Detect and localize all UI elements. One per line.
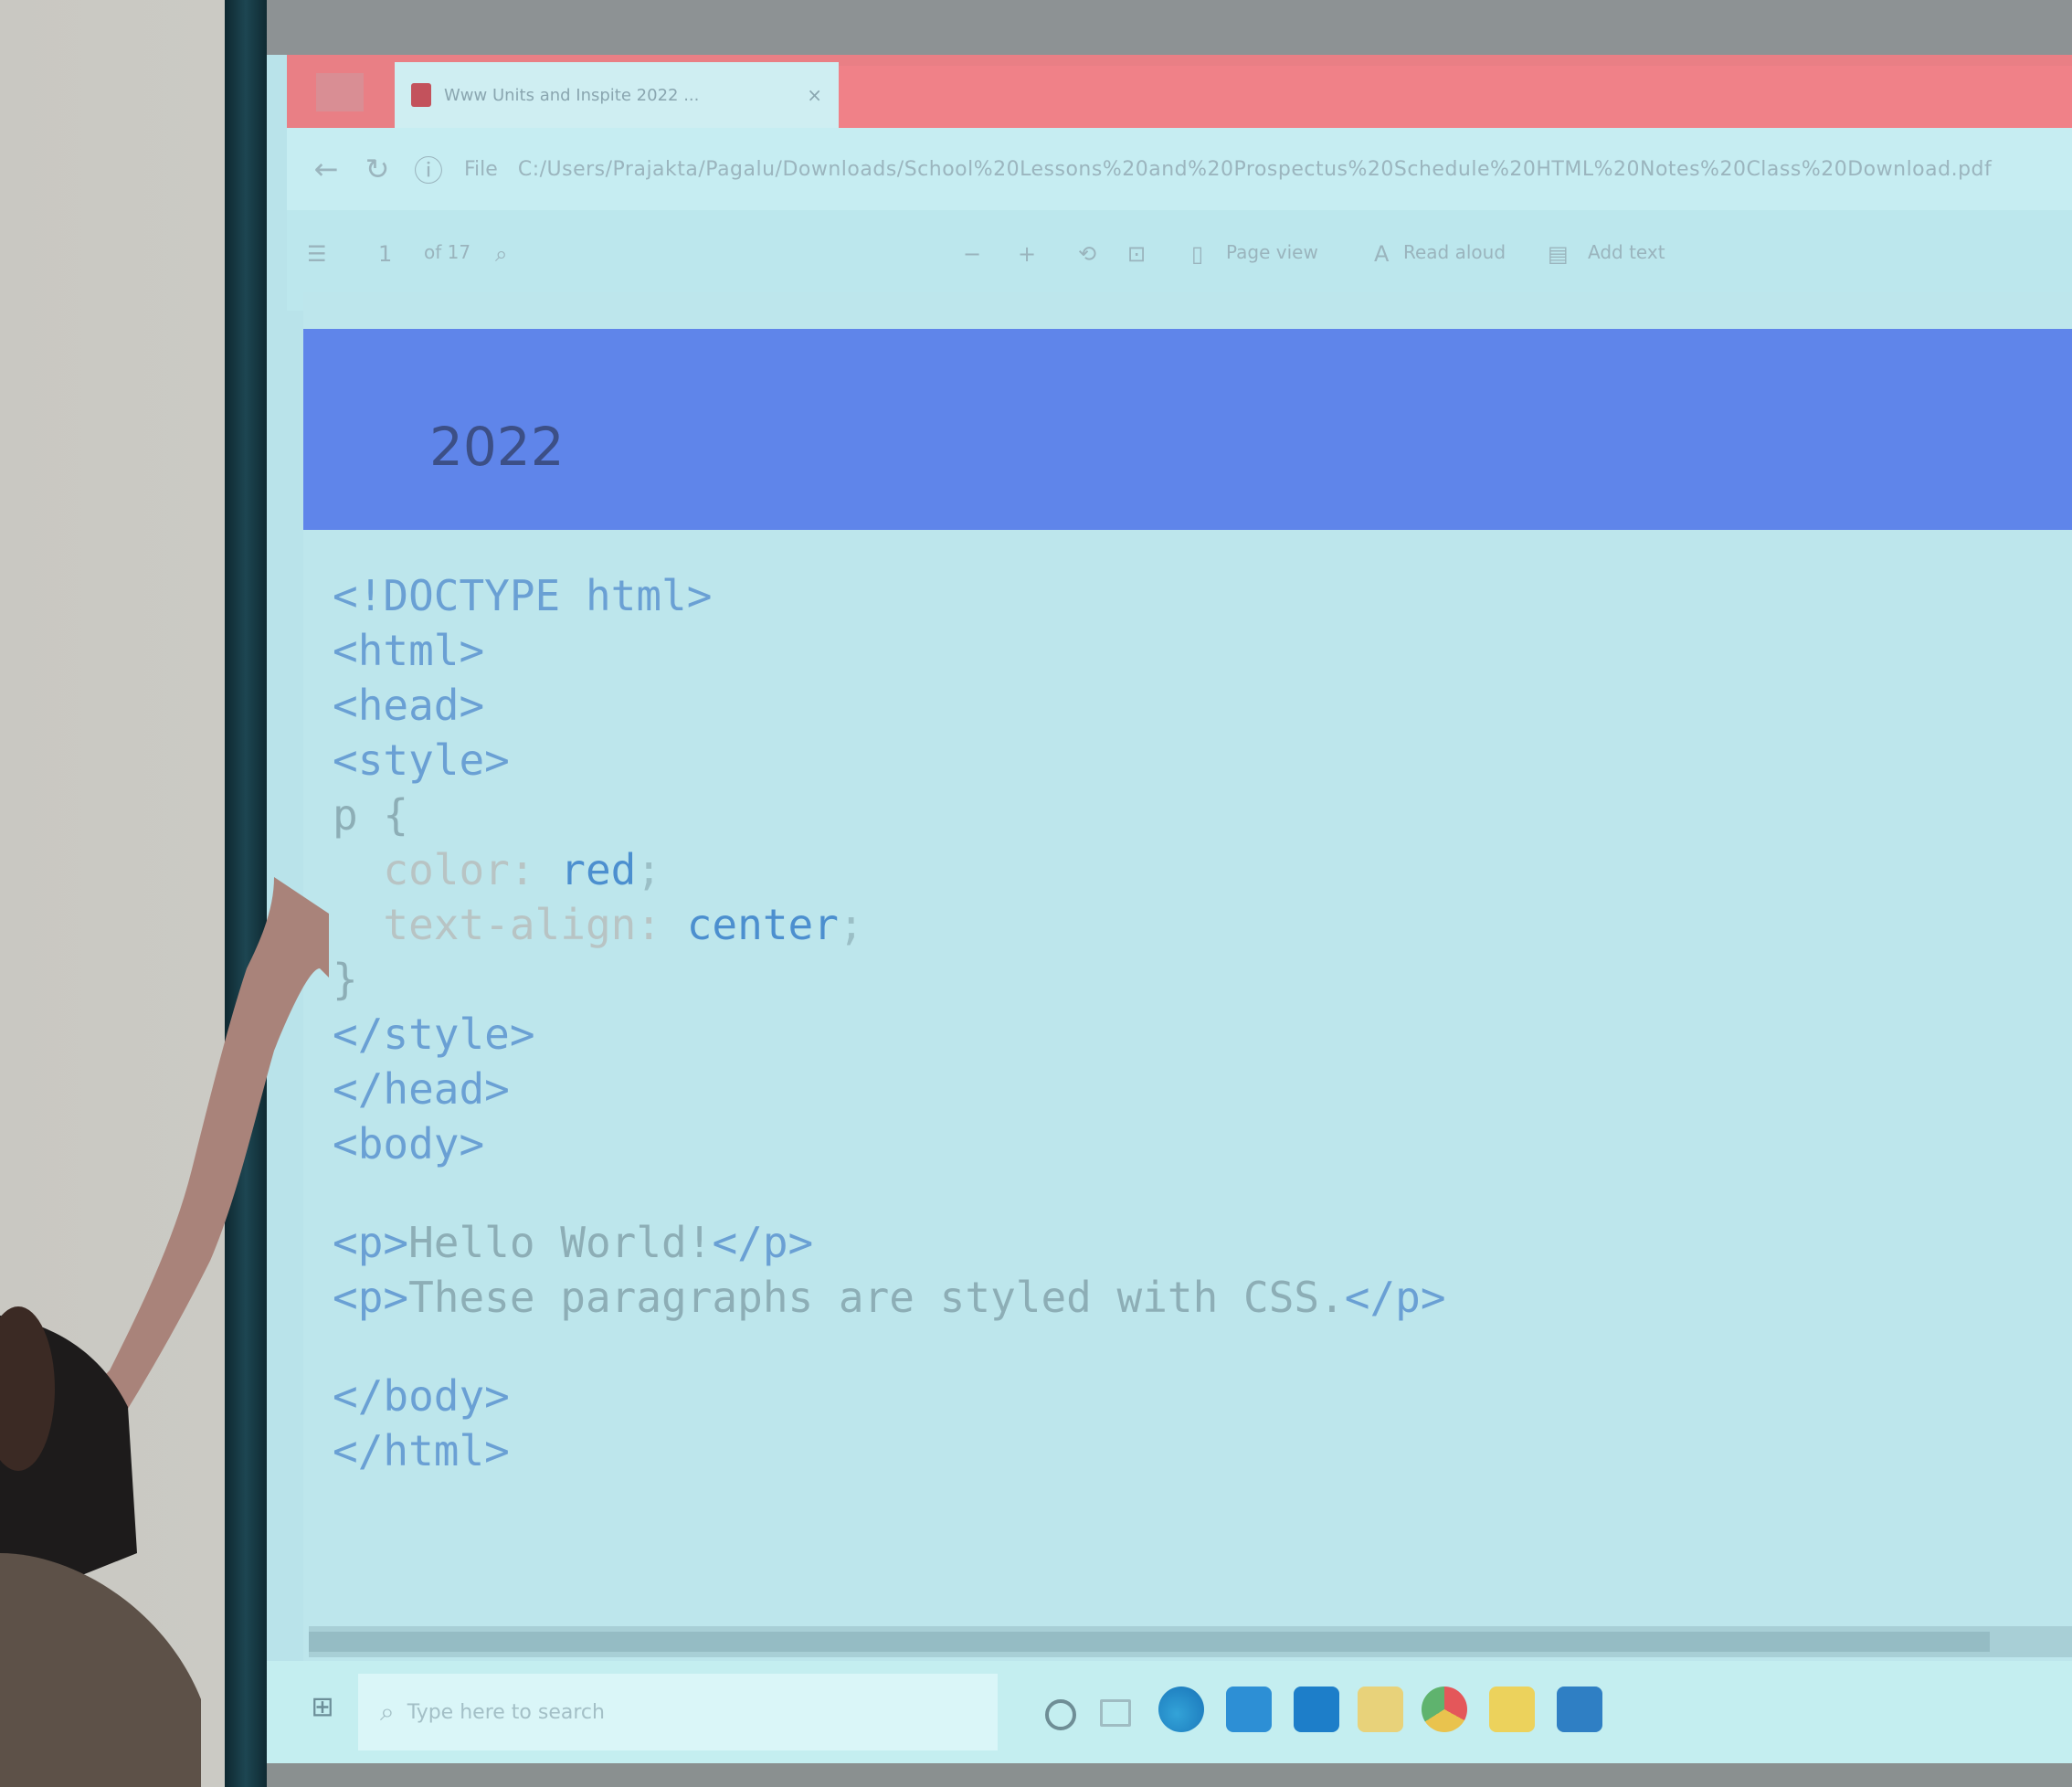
windows-taskbar: ⊞ ⌕ Type here to search — [267, 1661, 2072, 1763]
projected-screen: Www Units and Inspite 2022 ... × ← ↻ ⓘ F… — [267, 55, 2072, 1763]
rotate-icon[interactable]: ⟲ — [1078, 241, 1096, 267]
code-line: </html> — [333, 1426, 510, 1475]
page-total-label: of 17 — [424, 241, 471, 263]
chrome-icon[interactable] — [1422, 1687, 1467, 1732]
code-line: } — [333, 955, 358, 1004]
fit-page-icon[interactable]: ⊡ — [1127, 241, 1146, 267]
code-line: color: red; — [383, 845, 662, 894]
horizontal-scrollbar[interactable] — [309, 1626, 2072, 1657]
code-line: <p>Hello World!</p> — [333, 1218, 814, 1267]
search-icon[interactable]: ⌕ — [495, 241, 507, 267]
code-line: <p>These paragraphs are styled with CSS.… — [333, 1273, 1446, 1322]
file-explorer-icon[interactable] — [1358, 1687, 1403, 1732]
code-line: <html> — [333, 626, 485, 675]
app-icon[interactable] — [1557, 1687, 1602, 1732]
read-aloud-icon: A — [1374, 241, 1390, 267]
code-line: </style> — [333, 1010, 535, 1059]
page-view-button[interactable]: Page view — [1226, 241, 1318, 263]
windows-start-icon[interactable]: ⊞ — [307, 1692, 338, 1723]
add-text-icon: ▤ — [1548, 241, 1569, 267]
address-url-field[interactable]: C:/Users/Prajakta/Pagalu/Downloads/Schoo… — [518, 158, 2072, 181]
code-line: text-align: center; — [383, 900, 864, 949]
code-line: <style> — [333, 735, 510, 785]
task-view-icon[interactable] — [1100, 1699, 1131, 1727]
browser-tab-bar: Www Units and Inspite 2022 ... × — [287, 55, 2072, 128]
page-view-icon: ▯ — [1191, 241, 1204, 267]
address-bar: ← ↻ ⓘ File C:/Users/Prajakta/Pagalu/Down… — [287, 128, 2072, 210]
tab-strip-empty-area — [839, 66, 2072, 128]
search-icon: ⌕ — [380, 1697, 395, 1727]
page-number-input[interactable]: 1 — [378, 241, 392, 267]
code-line: </body> — [333, 1371, 510, 1421]
code-line: <head> — [333, 681, 485, 730]
browser-tab-active[interactable]: Www Units and Inspite 2022 ... × — [395, 62, 839, 128]
zoom-out-button[interactable]: − — [963, 241, 981, 267]
header-year: 2022 — [429, 416, 565, 478]
sticky-notes-icon[interactable] — [1489, 1687, 1535, 1732]
outlook-icon[interactable] — [1294, 1687, 1339, 1732]
add-text-button[interactable]: Add text — [1588, 241, 1665, 263]
scrollbar-thumb[interactable] — [309, 1632, 1990, 1652]
taskbar-search-box[interactable]: ⌕ Type here to search — [358, 1674, 998, 1750]
store-icon[interactable] — [1226, 1687, 1272, 1732]
refresh-icon[interactable]: ↻ — [362, 152, 393, 186]
projector-board-frame — [225, 0, 267, 1787]
cortana-icon[interactable] — [1045, 1699, 1076, 1730]
projector-bottom-edge — [267, 1763, 2072, 1787]
code-line: <!DOCTYPE html> — [333, 571, 713, 620]
tab-close-icon[interactable]: × — [807, 84, 822, 106]
tab-title: Www Units and Inspite 2022 ... — [444, 85, 700, 105]
read-aloud-button[interactable]: Read aloud — [1403, 241, 1506, 263]
taskbar-search-placeholder: Type here to search — [407, 1700, 605, 1724]
page-header-band: 2022 — [303, 329, 2072, 530]
code-line: p { — [333, 790, 409, 840]
code-line: <body> — [333, 1119, 485, 1168]
contents-icon[interactable]: ☰ — [307, 241, 327, 267]
info-icon[interactable]: ⓘ — [413, 148, 444, 190]
edge-icon[interactable] — [1158, 1687, 1204, 1732]
pdf-page: 2022 <!DOCTYPE html> <html> <head> <style> p… — [303, 292, 2072, 1681]
back-icon[interactable]: ← — [311, 152, 342, 186]
zoom-in-button[interactable]: + — [1018, 241, 1036, 267]
window-menu-icon[interactable] — [316, 73, 364, 111]
code-block: <!DOCTYPE html> <html> <head> <style> p { co… — [333, 568, 1446, 1478]
code-line: </head> — [333, 1064, 510, 1114]
pdf-icon — [411, 83, 431, 107]
address-protocol-label: File — [464, 157, 498, 181]
